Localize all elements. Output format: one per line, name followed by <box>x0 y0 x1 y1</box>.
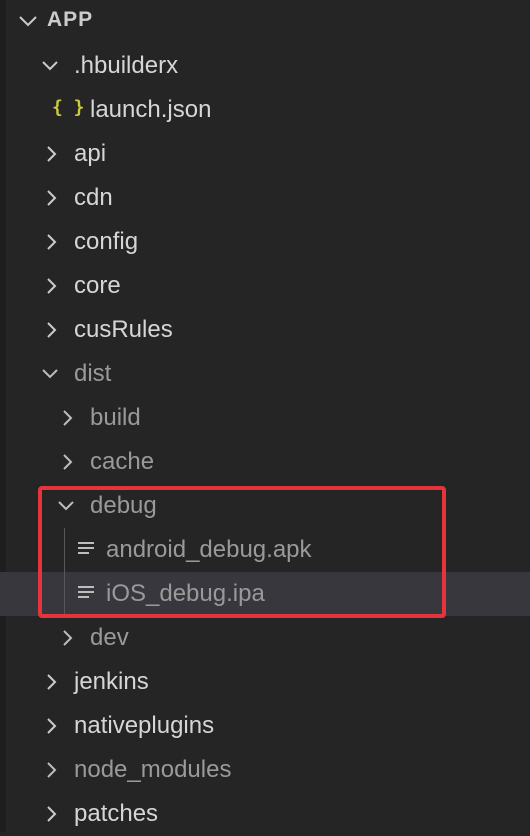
chevron-right-icon <box>42 760 62 780</box>
tree-item-label: build <box>90 404 141 431</box>
tree-item-core[interactable]: core <box>0 264 530 308</box>
chevron-right-icon <box>42 188 62 208</box>
chevron-down-icon <box>40 364 60 384</box>
tree-item-node-modules[interactable]: node_modules <box>0 748 530 792</box>
tree-item-dev[interactable]: dev <box>0 616 530 660</box>
text-file-icon <box>78 541 94 557</box>
tree-item-config[interactable]: config <box>0 220 530 264</box>
chevron-down-icon <box>56 496 76 516</box>
chevron-down-icon <box>40 56 60 76</box>
tree-item-label: iOS_debug.ipa <box>106 580 265 607</box>
tree-item-launch-json[interactable]: { } launch.json <box>0 88 530 132</box>
tree-item-label: core <box>74 272 121 299</box>
tree-item-label: patches <box>74 800 159 827</box>
chevron-right-icon <box>42 320 62 340</box>
tree-item-label: debug <box>90 492 157 519</box>
tree-item-label: cdn <box>74 184 113 211</box>
tree-item-ios-debug-ipa[interactable]: iOS_debug.ipa <box>0 572 530 616</box>
tree-item-cache[interactable]: cache <box>0 440 530 484</box>
text-file-icon <box>78 585 94 601</box>
chevron-right-icon <box>42 804 62 824</box>
tree-item-label: node_modules <box>74 756 232 783</box>
chevron-right-icon <box>58 628 78 648</box>
chevron-down-icon <box>17 10 39 32</box>
tree-item-label: android_debug.apk <box>106 536 312 563</box>
tree-item-label: dist <box>74 360 112 387</box>
tree-item-dist[interactable]: dist <box>0 352 530 396</box>
chevron-right-icon <box>42 672 62 692</box>
json-braces-icon: { } <box>52 97 85 118</box>
tree-item-cdn[interactable]: cdn <box>0 176 530 220</box>
tree-item-jenkins[interactable]: jenkins <box>0 660 530 704</box>
tree-item-label: cache <box>90 448 155 475</box>
tree-item-label: api <box>74 140 107 167</box>
tree-item-label: jenkins <box>74 668 149 695</box>
section-title: APP <box>47 8 94 31</box>
chevron-right-icon <box>42 276 62 296</box>
chevron-right-icon <box>42 232 62 252</box>
tree-item-label: launch.json <box>90 96 212 123</box>
tree-item-patches[interactable]: patches <box>0 792 530 836</box>
tree-item-nativeplugins[interactable]: nativeplugins <box>0 704 530 748</box>
tree-item-label: .hbuilderx <box>74 52 179 79</box>
tree-item-android-debug-apk[interactable]: android_debug.apk <box>0 528 530 572</box>
tree-item-debug[interactable]: debug <box>0 484 530 528</box>
tree-item-label: dev <box>90 624 129 651</box>
tree-item-build[interactable]: build <box>0 396 530 440</box>
tree-item-label: config <box>74 228 139 255</box>
chevron-right-icon <box>58 452 78 472</box>
file-explorer: APP .hbuilderx { } launch.json api cdn c… <box>0 0 530 832</box>
tree-item-label: nativeplugins <box>74 712 215 739</box>
tree-item-api[interactable]: api <box>0 132 530 176</box>
chevron-right-icon <box>58 408 78 428</box>
explorer-section-header[interactable]: APP <box>0 0 530 44</box>
tree-item-label: cusRules <box>74 316 173 343</box>
tree-item-hbuilderx[interactable]: .hbuilderx <box>0 44 530 88</box>
chevron-right-icon <box>42 716 62 736</box>
tree-item-cusrules[interactable]: cusRules <box>0 308 530 352</box>
chevron-right-icon <box>42 144 62 164</box>
indent-guide <box>64 528 65 616</box>
